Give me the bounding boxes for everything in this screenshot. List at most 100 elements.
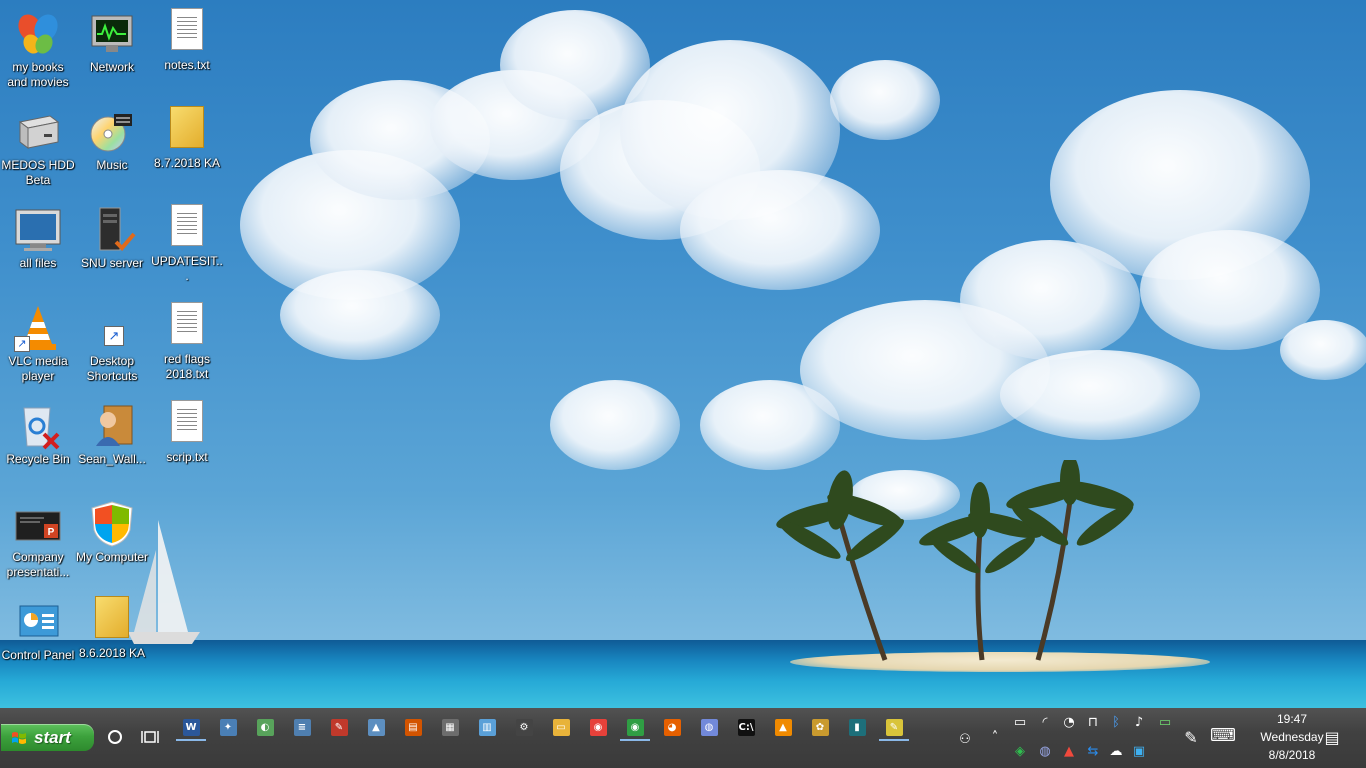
- folder-icon: [95, 596, 129, 638]
- taskbar-app-file-explorer[interactable]: ▭: [544, 712, 578, 742]
- desktop-icon-control-panel[interactable]: Control Panel: [0, 592, 76, 682]
- onedrive-icon[interactable]: ☁: [1107, 742, 1125, 760]
- taskbar-app-chrome[interactable]: ◉: [581, 712, 615, 742]
- text-file-icon: [171, 8, 203, 50]
- battery-icon[interactable]: ▭: [1156, 713, 1174, 731]
- sticky-notes-icon: ✎: [885, 718, 903, 736]
- taskbar-app-settings[interactable]: ⚙: [507, 712, 541, 742]
- discord-tray-icon[interactable]: ◍: [1036, 742, 1054, 760]
- cd-music-icon: [88, 108, 136, 156]
- people-icon[interactable]: ⚇: [956, 730, 974, 748]
- desktop-icon-label: Desktop Shortcuts: [86, 354, 138, 383]
- desktop-icon-label: 8.6.2018 KA: [78, 646, 146, 660]
- calculator-icon: ▦: [441, 718, 459, 736]
- server-icon: [88, 206, 136, 254]
- taskbar-app-app-2[interactable]: ✦: [211, 712, 245, 742]
- desktop-icon-company-presentation[interactable]: P Company presentati...: [0, 494, 76, 584]
- taskbar-app-app-19[interactable]: ▮: [840, 712, 874, 742]
- desktop-icon-label: all files: [19, 256, 57, 270]
- taskbar-app-command-prompt[interactable]: C:\: [729, 712, 763, 742]
- notepad-icon: ≡: [293, 718, 311, 736]
- teamviewer-icon[interactable]: ⇆: [1084, 742, 1102, 760]
- settings-icon: ⚙: [515, 718, 533, 736]
- desktop-icon-notes-txt[interactable]: notes.txt: [149, 4, 225, 94]
- task-view-button[interactable]: [134, 722, 166, 752]
- paint-icon: ◐: [256, 718, 274, 736]
- folder-icon: [170, 106, 204, 148]
- taskbar-app-paint[interactable]: ◐: [248, 712, 282, 742]
- recycle-bin-icon: [14, 402, 62, 450]
- taskbar-app-word[interactable]: W: [174, 712, 208, 742]
- monitor-tray-icon[interactable]: ▣: [1130, 742, 1148, 760]
- vlc-cone-icon: ↗: [14, 304, 62, 352]
- wifi-icon[interactable]: ◜: [1036, 713, 1054, 731]
- taskbar-app-sticky-notes[interactable]: ✎: [877, 712, 911, 742]
- desktop-icon-my-books-and-movies[interactable]: my books and movies: [0, 4, 76, 94]
- desktop-icon-snu-server[interactable]: SNU server: [74, 200, 150, 290]
- desktop-icon-label: My Computer: [75, 550, 149, 564]
- start-button[interactable]: start: [1, 724, 94, 751]
- vlc-tray-icon[interactable]: ▲: [1060, 742, 1078, 760]
- clock-time: 19:47: [1276, 712, 1308, 726]
- taskbar-app-calculator[interactable]: ▦: [433, 712, 467, 742]
- desktop-icon-desktop-shortcuts[interactable]: ↗ Desktop Shortcuts: [74, 298, 150, 388]
- taskbar-app-chrome-2[interactable]: ◉: [618, 712, 652, 742]
- app-2-icon: ✦: [219, 718, 237, 736]
- desktop-icon-label: Network: [89, 60, 134, 74]
- desktop-icon-network[interactable]: Network: [74, 4, 150, 94]
- lock-icon[interactable]: ⊓: [1084, 713, 1102, 731]
- text-file-icon: [171, 204, 203, 246]
- desktop-icon-my-computer[interactable]: My Computer: [74, 494, 150, 584]
- touch-keyboard-icon[interactable]: ⌨: [1210, 725, 1236, 746]
- text-file-icon: [171, 302, 203, 344]
- photos-icon: ▲: [367, 718, 385, 736]
- desktop-icon-recycle-bin[interactable]: Recycle Bin: [0, 396, 76, 486]
- text-file-icon: [171, 400, 203, 442]
- bluetooth-icon[interactable]: ᛒ: [1107, 713, 1125, 731]
- desktop-icon-label: Music: [96, 158, 128, 172]
- desktop-icon-vlc-media-player[interactable]: ↗ VLC media player: [0, 298, 76, 388]
- desktop-icon-medos-hdd[interactable]: MEDOS HDD Beta: [0, 102, 76, 192]
- taskbar-app-photos[interactable]: ▲: [359, 712, 393, 742]
- desktop-icon-label: SNU server: [80, 256, 143, 270]
- desktop-icon-updatesit[interactable]: UPDATESIT...: [149, 200, 225, 290]
- taskbar-app-film[interactable]: ▤: [396, 712, 430, 742]
- desktop-icon-folder-8-6-2018[interactable]: 8.6.2018 KA: [74, 592, 150, 682]
- desktop-icon-sean-wall[interactable]: Sean_Wall...: [74, 396, 150, 486]
- windows-flag-icon: [12, 732, 26, 744]
- taskbar-app-discord[interactable]: ◍: [692, 712, 726, 742]
- notes-icon: ▥: [478, 718, 496, 736]
- pen-workspace-icon[interactable]: ✎: [1182, 728, 1200, 747]
- svg-text:P: P: [48, 527, 55, 538]
- firefox-icon: ◕: [663, 718, 681, 736]
- user-folder-icon: [88, 402, 136, 450]
- cortana-button[interactable]: [99, 722, 131, 752]
- taskbar-app-firefox[interactable]: ◕: [655, 712, 689, 742]
- cortana-circle-icon: [108, 730, 122, 744]
- powerpoint-icon: P: [14, 500, 62, 548]
- vlc-icon: ▲: [774, 718, 792, 736]
- word-icon: W: [182, 718, 200, 736]
- taskbar-app-app-5[interactable]: ✎: [322, 712, 356, 742]
- desktop-icon-label: 8.7.2018 KA: [153, 156, 221, 170]
- taskbar-app-app-18[interactable]: ✿: [803, 712, 837, 742]
- taskbar-app-vlc[interactable]: ▲: [766, 712, 800, 742]
- app-18-icon: ✿: [811, 718, 829, 736]
- desktop-icon-folder-8-7-2018[interactable]: 8.7.2018 KA: [149, 102, 225, 192]
- taskbar-app-notes[interactable]: ▥: [470, 712, 504, 742]
- desktop-icon-all-files[interactable]: all files: [0, 200, 76, 290]
- show-hidden-icons-button[interactable]: ˄: [986, 728, 1004, 746]
- taskbar-app-notepad[interactable]: ≡: [285, 712, 319, 742]
- desktop-icon-label: Sean_Wall...: [78, 452, 146, 466]
- action-center-icon[interactable]: ▤: [1323, 728, 1341, 747]
- volume-icon[interactable]: ♪: [1130, 713, 1148, 731]
- chrome-2-icon: ◉: [626, 718, 644, 736]
- desktop-icon-scrip-txt[interactable]: scrip.txt: [149, 396, 225, 486]
- desktop-icon-red-flags[interactable]: red flags 2018.txt: [149, 298, 225, 388]
- tablet-icon[interactable]: ▭: [1011, 713, 1029, 731]
- security-icon[interactable]: ◔: [1060, 713, 1078, 731]
- file-explorer-icon: ▭: [552, 718, 570, 736]
- control-panel-icon: [14, 598, 62, 646]
- desktop-icon-music[interactable]: Music: [74, 102, 150, 192]
- shield-icon[interactable]: ◈: [1011, 742, 1029, 760]
